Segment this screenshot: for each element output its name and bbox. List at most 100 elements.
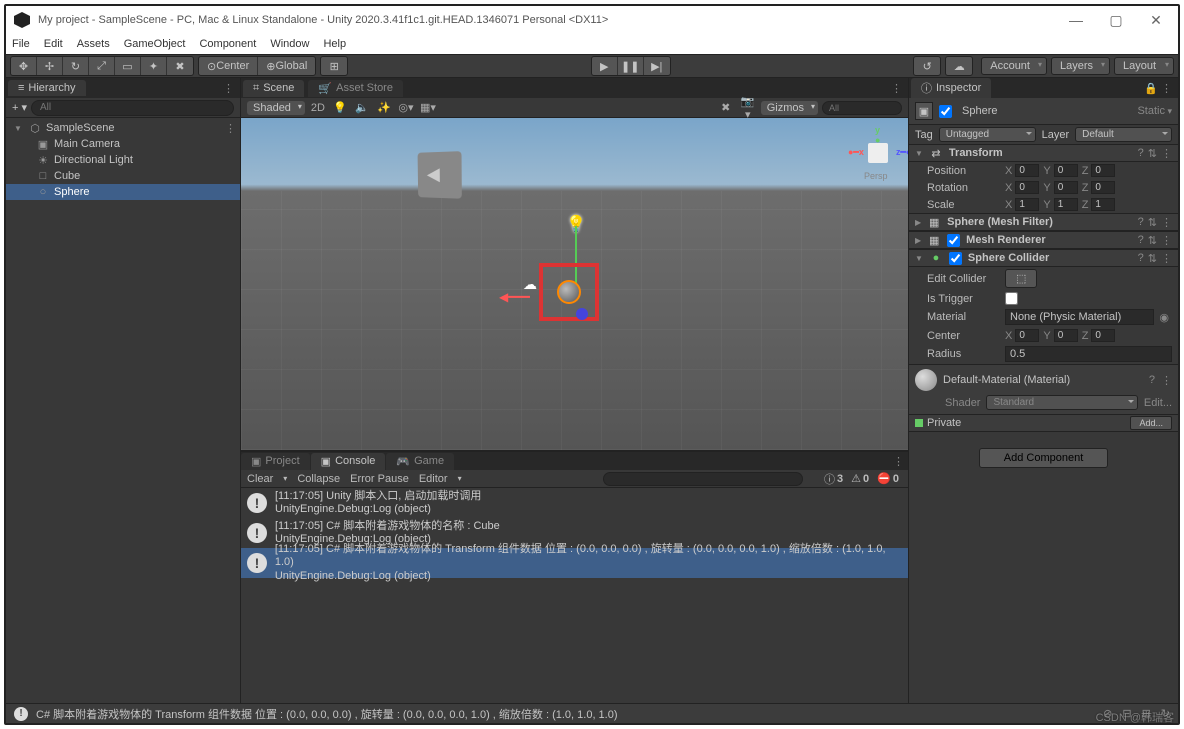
warn-count[interactable]: ⚠0 (848, 472, 872, 485)
z-axis-handle[interactable] (576, 308, 588, 320)
assetstore-tab[interactable]: 🛒 Asset Store (308, 80, 403, 97)
scene-search[interactable] (822, 101, 902, 115)
panel-menu-icon[interactable]: 🔒 ⋮ (1140, 82, 1176, 95)
pause-button[interactable]: ❚❚ (618, 57, 644, 75)
shader-drop[interactable]: Standard (986, 395, 1137, 410)
shading-mode[interactable]: Shaded (247, 101, 305, 115)
orientation-gizmo[interactable]: y●●━xz━● Persp (868, 143, 888, 163)
collapse-toggle[interactable]: Collapse (297, 473, 340, 485)
hierarchy-item-light[interactable]: ☀Directional Light (6, 152, 240, 168)
center-x[interactable]: 0 (1015, 329, 1039, 342)
scale-z[interactable]: 1 (1091, 198, 1115, 211)
edit-collider-button[interactable]: ⬚ (1005, 269, 1037, 288)
meshfilter-component[interactable]: ▶▦Sphere (Mesh Filter)?⇅⋮ (909, 213, 1178, 231)
inspector-tab[interactable]: ⓘ Inspector (911, 78, 991, 98)
2d-toggle[interactable]: 2D (309, 102, 327, 114)
meshrenderer-component[interactable]: ▶▦Mesh Renderer?⇅⋮ (909, 231, 1178, 249)
static-toggle[interactable]: Static ▾ (1137, 105, 1172, 117)
create-button[interactable]: + ▾ (12, 101, 27, 114)
tools-icon[interactable]: ✖ (717, 101, 735, 114)
menu-icon[interactable]: ⋮ (1161, 374, 1172, 387)
picker-icon[interactable]: ◉ (1156, 311, 1172, 324)
scale-tool-icon[interactable]: ⤢ (89, 57, 115, 75)
menu-file[interactable]: File (12, 38, 30, 50)
collab-icon[interactable]: ↺ (914, 57, 940, 75)
active-checkbox[interactable] (939, 105, 952, 118)
step-button[interactable]: ▶| (644, 57, 670, 75)
cloud-icon[interactable]: ☁ (946, 57, 972, 75)
lighting-toggle[interactable]: 💡 (331, 101, 349, 114)
err-count[interactable]: ⛔0 (874, 472, 902, 485)
log-row[interactable]: ![11:17:05] Unity 脚本入口, 启动加载时调用UnityEngi… (241, 488, 908, 518)
center-z[interactable]: 0 (1091, 329, 1115, 342)
hierarchy-item-cube[interactable]: □Cube (6, 168, 240, 184)
rot-y[interactable]: 0 (1054, 181, 1078, 194)
scene-viewport[interactable]: 💡 ◀━━━ ☁ y●●━xz━● Persp (241, 118, 908, 450)
snap-icon[interactable]: ⊞ (321, 57, 347, 75)
hierarchy-search[interactable] (31, 100, 234, 116)
pos-y[interactable]: 0 (1054, 164, 1078, 177)
menu-edit[interactable]: Edit (44, 38, 63, 50)
info-count[interactable]: ⓘ3 (821, 471, 846, 487)
console-search[interactable] (603, 472, 803, 486)
move-tool-icon[interactable]: ✢ (37, 57, 63, 75)
custom-tool-icon[interactable]: ✖ (167, 57, 193, 75)
gameobject-icon[interactable]: ▣ (915, 102, 933, 120)
sphere-gizmo[interactable] (557, 280, 581, 304)
game-tab[interactable]: 🎮 Game (386, 453, 454, 470)
panel-menu-icon[interactable]: ⋮ (889, 455, 908, 468)
layers-drop[interactable]: Layers (1051, 57, 1110, 75)
layout-drop[interactable]: Layout (1114, 57, 1174, 75)
panel-menu-icon[interactable]: ⋮ (219, 82, 238, 95)
menu-assets[interactable]: Assets (77, 38, 110, 50)
audio-toggle[interactable]: 🔈 (353, 101, 371, 114)
radius-field[interactable]: 0.5 (1005, 346, 1172, 362)
menu-window[interactable]: Window (270, 38, 309, 50)
gizmos-drop[interactable]: Gizmos (761, 101, 818, 115)
menu-component[interactable]: Component (199, 38, 256, 50)
add-component-button[interactable]: Add Component (979, 448, 1109, 468)
hierarchy-item-camera[interactable]: ▣Main Camera (6, 136, 240, 152)
transform-tool-icon[interactable]: ✦ (141, 57, 167, 75)
transform-component[interactable]: ▼⇄ Transform ?⇅⋮ (909, 144, 1178, 162)
scene-tab[interactable]: ⌗ Scene (243, 80, 304, 97)
console-tab[interactable]: ▣ Console (311, 453, 386, 470)
tag-drop[interactable]: Untagged (939, 127, 1036, 142)
preset-icon[interactable]: ⇅ (1148, 147, 1157, 160)
hand-tool-icon[interactable]: ✥ (11, 57, 37, 75)
physic-material-field[interactable]: None (Physic Material) (1005, 309, 1154, 325)
rect-tool-icon[interactable]: ▭ (115, 57, 141, 75)
help-icon[interactable]: ? (1149, 374, 1155, 386)
rotate-tool-icon[interactable]: ↻ (63, 57, 89, 75)
fx-toggle[interactable]: ✨ (375, 101, 393, 114)
editor-drop[interactable]: Editor (419, 473, 448, 485)
project-tab[interactable]: ▣ Project (241, 453, 310, 470)
rot-z[interactable]: 0 (1091, 181, 1115, 194)
is-trigger-checkbox[interactable] (1005, 292, 1018, 305)
menu-icon[interactable]: ⋮ (1161, 147, 1172, 160)
menu-help[interactable]: Help (323, 38, 346, 50)
scale-y[interactable]: 1 (1054, 198, 1078, 211)
collider-component[interactable]: ▼●Sphere Collider?⇅⋮ (909, 249, 1178, 267)
center-y[interactable]: 0 (1054, 329, 1078, 342)
help-icon[interactable]: ? (1138, 147, 1144, 160)
scene-menu-icon[interactable]: ⋮ (225, 122, 240, 135)
scale-x[interactable]: 1 (1015, 198, 1039, 211)
edit-shader-button[interactable]: Edit... (1144, 397, 1172, 409)
panel-menu-icon[interactable]: ⋮ (887, 82, 906, 95)
errorpause-toggle[interactable]: Error Pause (350, 473, 409, 485)
add-private-button[interactable]: Add... (1130, 416, 1172, 430)
grid-toggle[interactable]: ▦▾ (419, 101, 437, 114)
menu-gameobject[interactable]: GameObject (124, 38, 186, 50)
hidden-toggle[interactable]: ◎▾ (397, 101, 415, 114)
layer-drop[interactable]: Default (1075, 127, 1172, 142)
pos-z[interactable]: 0 (1091, 164, 1115, 177)
space-toggle[interactable]: ⊕Global (258, 57, 315, 75)
play-button[interactable]: ▶ (592, 57, 618, 75)
pivot-toggle[interactable]: ⊙Center (199, 57, 258, 75)
account-drop[interactable]: Account (981, 57, 1047, 75)
scene-row[interactable]: ▼⬡ SampleScene ⋮ (6, 120, 240, 136)
clear-button[interactable]: Clear (247, 473, 273, 485)
rot-x[interactable]: 0 (1015, 181, 1039, 194)
object-name-field[interactable]: Sphere (958, 104, 1131, 118)
